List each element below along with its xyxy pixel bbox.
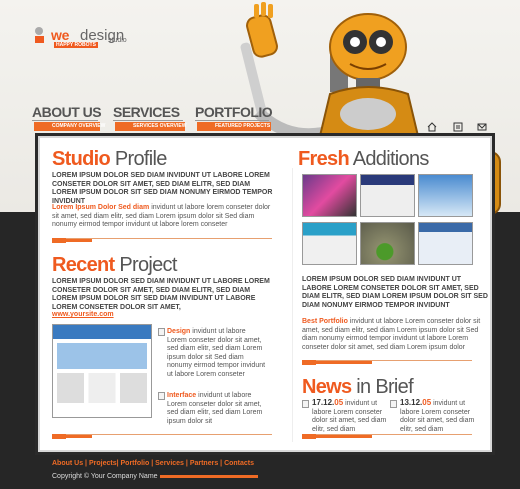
footer-link-projects[interactable]: Projects [89, 460, 117, 467]
footer-link-partners[interactable]: Partners [190, 460, 218, 467]
sitemap-icon[interactable] [453, 122, 463, 132]
fresh-additions-caps: LOREM IPSUM DOLOR SED DIAM INVIDUNT UT L… [302, 276, 488, 309]
column-divider [292, 168, 293, 442]
robot-logo-icon [35, 27, 44, 43]
site-link[interactable]: www.yoursite.com [52, 311, 114, 318]
more-bar[interactable] [302, 360, 372, 365]
nav-sublabel: SERVICES OVERVIEW [115, 122, 186, 131]
studio-profile-caps: LOREM IPSUM DOLOR SED DIAM INVIDUNT UT L… [52, 172, 273, 205]
logo-we: we [51, 27, 70, 43]
nav-divider [113, 120, 183, 121]
footer-link-contacts[interactable]: Contacts [224, 460, 254, 467]
footer-link-portfolio[interactable]: Portfolio [121, 460, 150, 467]
logo-studio: studio [108, 37, 127, 44]
nav-label: ABOUT US [32, 104, 102, 120]
logo[interactable]: we design studio HAPPY ROBOTS [32, 26, 132, 48]
design-text: Design invidunt ut labore Lorem conseter… [167, 328, 266, 378]
fresh-additions-text: Best Portfolio invidunt ut labore Lorem … [302, 318, 481, 351]
doc-icon [158, 392, 165, 400]
more-bar[interactable] [302, 434, 372, 439]
nav-divider [32, 120, 98, 121]
thumbnail[interactable] [418, 174, 473, 217]
news-icon [390, 400, 397, 408]
nav-sublabel: COMPANY OVERVIEW [34, 122, 105, 131]
footer-link-services[interactable]: Services [155, 460, 184, 467]
studio-profile-heading: Studio Profile [52, 148, 167, 170]
copyright: Copyright © Your Company Name [52, 473, 158, 480]
thumbnail[interactable] [418, 222, 473, 265]
content-panel: Studio Profile LOREM IPSUM DOLOR SED DIA… [35, 133, 495, 455]
news-icon [302, 400, 309, 408]
fresh-additions-heading: Fresh Additions [298, 148, 429, 170]
mail-icon[interactable] [477, 122, 487, 132]
more-bar[interactable] [52, 434, 92, 439]
more-bar[interactable] [52, 238, 92, 243]
news-heading: News in Brief [302, 376, 414, 398]
nav-label: SERVICES [113, 104, 180, 120]
footer-nav: About Us | Projects| Portfolio | Service… [52, 460, 255, 467]
recent-project-caps: LOREM IPSUM DOLOR SED DIAM INVIDUNT UT L… [52, 278, 270, 311]
thumbnail[interactable] [360, 222, 415, 265]
nav-sublabel: FEATURED PROJECTS [197, 122, 271, 131]
thumbnail[interactable] [360, 174, 415, 217]
logo-tagline: HAPPY ROBOTS [54, 42, 98, 48]
recent-project-heading: Recent Project [52, 254, 177, 276]
news-item[interactable]: 13.12.05 invidunt ut labore Lorem conset… [400, 398, 478, 434]
footer-link-about[interactable]: About Us [52, 460, 83, 467]
nav-divider [195, 120, 269, 121]
home-icon[interactable] [427, 122, 437, 132]
thumbnail[interactable] [302, 174, 357, 217]
doc-icon [158, 328, 165, 336]
footer-accent-bar [160, 475, 258, 478]
news-item[interactable]: 17.12.05 invidunt ut labore Lorem conset… [312, 398, 388, 434]
project-screenshot[interactable] [52, 324, 152, 418]
studio-profile-text: Lorem Ipsum Dolor Sed diam invidunt ut l… [52, 204, 271, 229]
interface-text: Interface invidunt ut labore Lorem conse… [167, 392, 263, 425]
thumbnail[interactable] [302, 222, 357, 265]
nav-label: PORTFOLIO [195, 104, 273, 120]
